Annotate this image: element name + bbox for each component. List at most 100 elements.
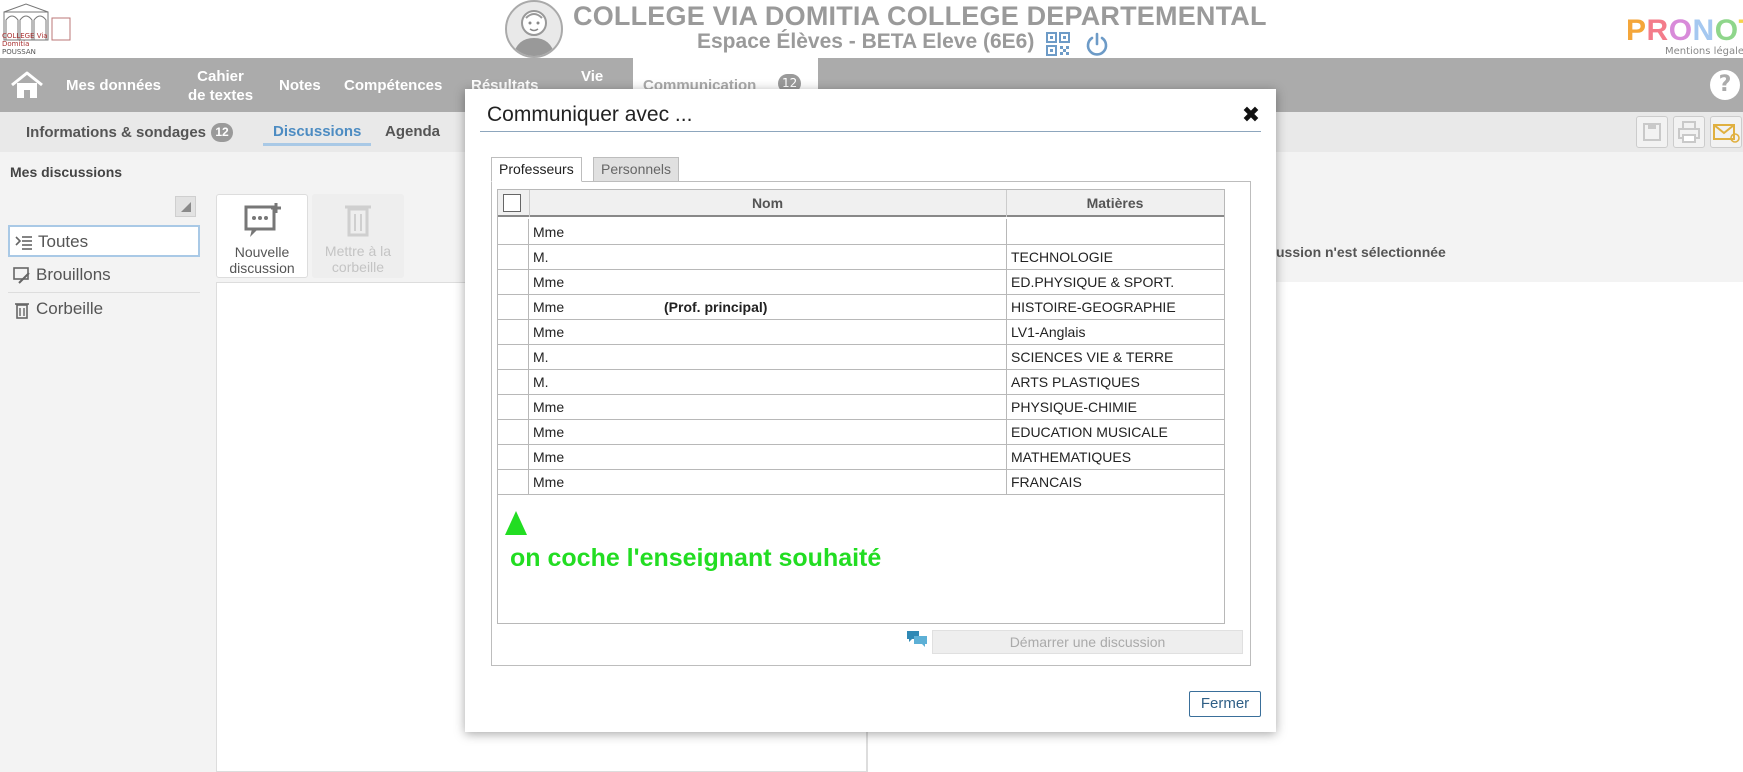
row-checkbox-cell[interactable] (498, 219, 529, 244)
tab-personnels[interactable]: Personnels (593, 157, 680, 182)
row-checkbox-cell[interactable] (498, 469, 529, 494)
save-button[interactable] (1636, 116, 1668, 148)
row-checkbox-cell[interactable] (498, 244, 529, 269)
power-icon[interactable] (1084, 31, 1110, 57)
space-title: Espace Élèves - BETA Eleve (6E6) (697, 30, 1035, 53)
no-selection-message: ussion n'est sélectionnée (1276, 244, 1446, 260)
teacher-subject: FRANCAIS (1011, 474, 1082, 490)
row-checkbox-cell[interactable] (498, 319, 529, 344)
table-row[interactable]: Mme (Prof. principal) HISTOIRE-GEOGRAPHIE (498, 294, 1224, 320)
close-icon[interactable]: ✖ (1240, 105, 1262, 127)
column-divider (1006, 294, 1007, 319)
subnav-discussions[interactable]: Discussions (263, 123, 372, 146)
page-title: Mes discussions (10, 164, 123, 180)
teacher-civility: M. (533, 249, 549, 265)
email-icon (1713, 124, 1740, 143)
column-header-matieres[interactable]: Matières (1006, 195, 1224, 211)
nav-item-cahier-de-textes[interactable]: Cahier de textes (188, 67, 253, 105)
teacher-subject: ARTS PLASTIQUES (1011, 374, 1140, 390)
teacher-subject: PHYSIQUE-CHIMIE (1011, 399, 1138, 415)
table-row[interactable]: Mme EDUCATION MUSICALE (498, 419, 1224, 445)
new-discussion-button[interactable]: Nouvelle discussion (216, 194, 308, 278)
chat-bubbles-icon (907, 631, 927, 647)
subnav-agenda[interactable]: Agenda (385, 123, 440, 140)
subnav-info-label: Informations & sondages (26, 124, 207, 141)
trash-button[interactable]: Mettre à la corbeille (312, 194, 404, 278)
collapse-button[interactable] (175, 196, 196, 217)
nav-item-competences[interactable]: Compétences (344, 76, 442, 95)
new-discussion-icon (244, 203, 281, 237)
table-row[interactable]: Mme LV1-Anglais (498, 319, 1224, 345)
home-icon[interactable] (9, 70, 45, 100)
column-divider (1006, 469, 1007, 494)
table-row[interactable]: M. SCIENCES VIE & TERRE (498, 344, 1224, 370)
table-row[interactable]: Mme FRANCAIS (498, 469, 1224, 495)
column-divider (1006, 319, 1007, 344)
qr-code-icon[interactable] (1046, 32, 1070, 56)
school-logo-city: POUSSAN (2, 48, 36, 56)
school-logo-caption: COLLEGE Via Domitia (2, 32, 48, 48)
legal-mentions-link[interactable]: Mentions légales (1665, 46, 1743, 57)
print-icon (1678, 121, 1700, 143)
teacher-civility: Mme (533, 424, 565, 440)
row-checkbox-cell[interactable] (498, 394, 529, 419)
teacher-civility: Mme (533, 224, 565, 240)
close-button[interactable]: Fermer (1189, 691, 1261, 717)
email-button[interactable] (1710, 116, 1742, 148)
avatar[interactable] (505, 0, 563, 58)
nav-item-vie-scolaire[interactable]: Vie (581, 67, 603, 86)
folder-corbeille[interactable]: Corbeille (8, 294, 200, 326)
nav-item-mes-donnees[interactable]: Mes données (66, 76, 161, 95)
teacher-subject: ED.PHYSIQUE & SPORT. (1011, 274, 1175, 290)
teacher-civility: M. (533, 374, 549, 390)
table-row[interactable]: Mme ED.PHYSIQUE & SPORT. (498, 269, 1224, 295)
green-arrow-icon (505, 511, 527, 535)
list-icon (15, 236, 32, 250)
draft-icon (13, 267, 30, 284)
help-icon[interactable]: ? (1710, 70, 1740, 100)
table-row[interactable]: M. ARTS PLASTIQUES (498, 369, 1224, 395)
folder-toutes[interactable]: Toutes (8, 225, 200, 257)
teacher-civility: Mme (533, 299, 565, 315)
subnav-info-sondages[interactable]: Informations & sondages 12 (26, 123, 234, 142)
teacher-civility: Mme (533, 474, 565, 490)
save-icon (1643, 123, 1661, 141)
user-avatar-icon (513, 10, 555, 56)
column-divider (1006, 269, 1007, 294)
column-header-nom[interactable]: Nom (529, 195, 1006, 211)
nav-item-notes[interactable]: Notes (279, 76, 321, 95)
row-checkbox-cell[interactable] (498, 344, 529, 369)
row-checkbox-cell[interactable] (498, 419, 529, 444)
teacher-subject: TECHNOLOGIE (1011, 249, 1113, 265)
modal-title-divider (480, 131, 1261, 132)
teacher-subject: LV1-Anglais (1011, 324, 1086, 340)
table-row[interactable]: Mme PHYSIQUE-CHIMIE (498, 394, 1224, 420)
tab-professeurs[interactable]: Professeurs (491, 157, 582, 182)
folder-brouillons[interactable]: Brouillons (8, 260, 200, 292)
teacher-civility: Mme (533, 274, 565, 290)
row-checkbox-cell[interactable] (498, 369, 529, 394)
table-row[interactable]: M. TECHNOLOGIE (498, 244, 1224, 270)
start-discussion-button[interactable]: Démarrer une discussion (932, 630, 1243, 654)
select-all-checkbox[interactable] (503, 194, 521, 212)
info-count-badge: 12 (211, 123, 234, 142)
teacher-note: (Prof. principal) (664, 299, 768, 315)
pronote-logo-letter: T (1739, 14, 1743, 48)
row-checkbox-cell[interactable] (498, 269, 529, 294)
pronote-logo-letter: P (1626, 14, 1647, 47)
row-checkbox-cell[interactable] (498, 294, 529, 319)
print-button[interactable] (1673, 116, 1705, 148)
column-divider (1006, 219, 1007, 244)
folder-label: Toutes (38, 232, 89, 251)
table-header: Nom Matières (498, 190, 1224, 217)
triangle-collapse-icon (181, 202, 191, 212)
trash-label: Mettre à la corbeille (324, 243, 392, 275)
column-divider (1006, 394, 1007, 419)
table-row[interactable]: Mme (498, 219, 1224, 245)
header: COLLEGE Via Domitia POUSSAN COLLEGE VIA … (0, 0, 1743, 58)
row-checkbox-cell[interactable] (498, 444, 529, 469)
table-row[interactable]: Mme MATHEMATIQUES (498, 444, 1224, 470)
communicate-modal: Communiquer avec ... ✖ Professeurs Perso… (465, 89, 1276, 732)
folder-divider (8, 292, 200, 293)
pronote-logo-letter: R (1646, 14, 1669, 47)
